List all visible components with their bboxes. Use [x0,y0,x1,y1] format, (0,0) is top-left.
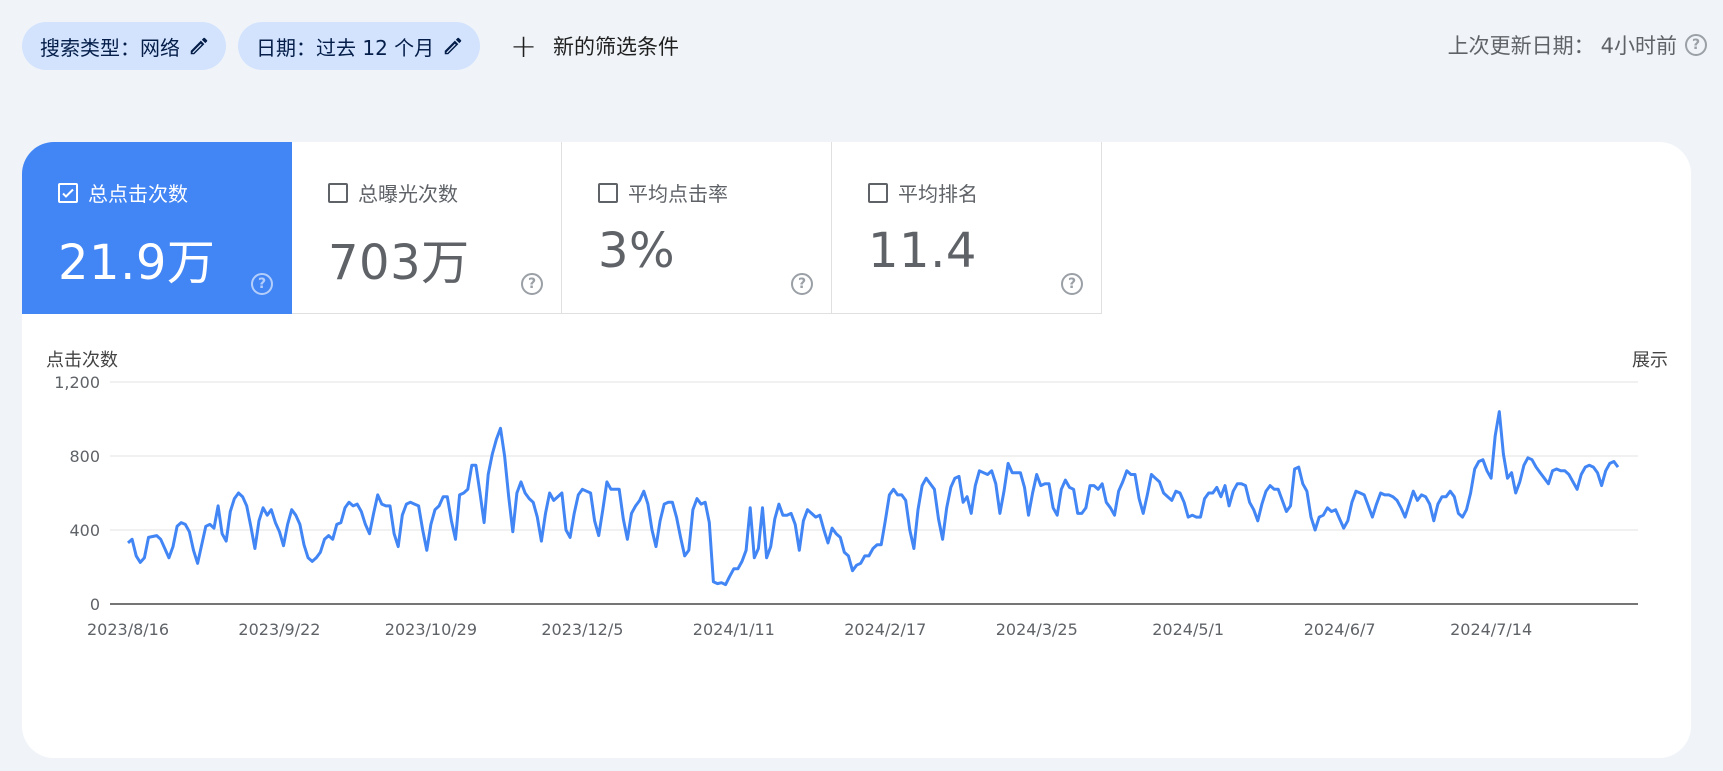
x-axis-ticks: 2023/8/16 2023/9/22 2023/10/29 2023/12/5 202… [87,620,1532,639]
x-tick-label: 2023/10/29 [385,620,477,639]
chart-grid [110,381,1638,605]
y-axis-label: 点击次数 [46,350,118,371]
y-tick-label: 0 [90,595,100,614]
clicks-line-chart: 点击次数 展示 04008001,200 2023/8/16 2023/9/22 2… [46,350,1668,639]
y2-axis-label: 展示 [1632,350,1668,371]
filter-bar: 搜索类型：网络 日期：过去 12 个月 + 新的筛选条件 [22,22,693,70]
x-tick-label: 2023/9/22 [238,620,320,639]
search-type-filter-chip[interactable]: 搜索类型：网络 [22,22,226,70]
y-tick-label: 400 [69,521,100,540]
metric-title: 平均点击率 [598,178,795,207]
search-type-filter-label: 搜索类型：网络 [40,35,180,60]
x-tick-label: 2024/6/7 [1304,620,1376,639]
metric-title: 总点击次数 [58,178,255,207]
pencil-icon[interactable] [442,35,464,57]
checkbox-icon[interactable] [598,182,618,203]
x-tick-label: 2023/12/5 [541,620,623,639]
y-tick-label: 1,200 [54,373,100,392]
help-icon[interactable]: ? [521,273,543,295]
clicks-series-line [127,410,1620,587]
performance-card: 总点击次数 21.9万 ? 总曝光次数 703万 ? 平均点击率 3% ? 平均… [22,142,1691,758]
help-icon[interactable]: ? [791,273,813,295]
x-tick-label: 2024/7/14 [1450,620,1532,639]
metric-total-clicks[interactable]: 总点击次数 21.9万 ? [22,142,292,314]
metric-title: 平均排名 [868,178,1065,207]
metric-value: 703万 [328,235,470,291]
x-tick-label: 2024/2/17 [844,620,926,639]
date-filter-chip[interactable]: 日期：过去 12 个月 [238,22,481,70]
last-updated-label: 上次更新日期： [1447,34,1595,58]
help-icon[interactable]: ? [1685,34,1707,56]
metric-total-impressions[interactable]: 总曝光次数 703万 ? [292,142,562,314]
metric-value: 21.9万 [58,235,216,291]
last-updated-value: 4小时前 [1600,34,1677,58]
metric-value: 11.4 [868,223,977,279]
plus-icon: + [510,27,537,65]
pencil-icon[interactable] [188,35,210,57]
metric-value: 3% [598,223,676,279]
metric-label: 平均点击率 [628,182,728,206]
last-updated: 上次更新日期： 4小时前 ? [1448,30,1707,60]
metric-title: 总曝光次数 [328,178,525,207]
metric-label: 总点击次数 [88,182,188,206]
metric-average-position[interactable]: 平均排名 11.4 ? [832,142,1102,314]
x-tick-label: 2024/3/25 [996,620,1078,639]
x-tick-label: 2024/5/1 [1152,620,1224,639]
checkbox-icon[interactable] [868,182,888,203]
y-tick-label: 800 [69,447,100,466]
metric-tabs: 总点击次数 21.9万 ? 总曝光次数 703万 ? 平均点击率 3% ? 平均… [22,142,1102,314]
help-icon[interactable]: ? [1061,273,1083,295]
y-axis-ticks: 0 400 800 1,200 [54,373,100,614]
help-icon[interactable]: ? [251,273,273,295]
checkbox-icon[interactable] [328,182,348,203]
checkbox-checked-icon[interactable] [58,182,78,203]
x-tick-label: 2024/1/11 [693,620,775,639]
add-filter-button[interactable]: + 新的筛选条件 [496,22,693,70]
date-filter-label: 日期：过去 12 个月 [256,35,435,60]
metric-label: 总曝光次数 [358,182,458,206]
metric-label: 平均排名 [898,182,978,206]
add-filter-label: 新的筛选条件 [552,35,679,59]
x-tick-label: 2023/8/16 [87,620,169,639]
metric-average-ctr[interactable]: 平均点击率 3% ? [562,142,832,314]
